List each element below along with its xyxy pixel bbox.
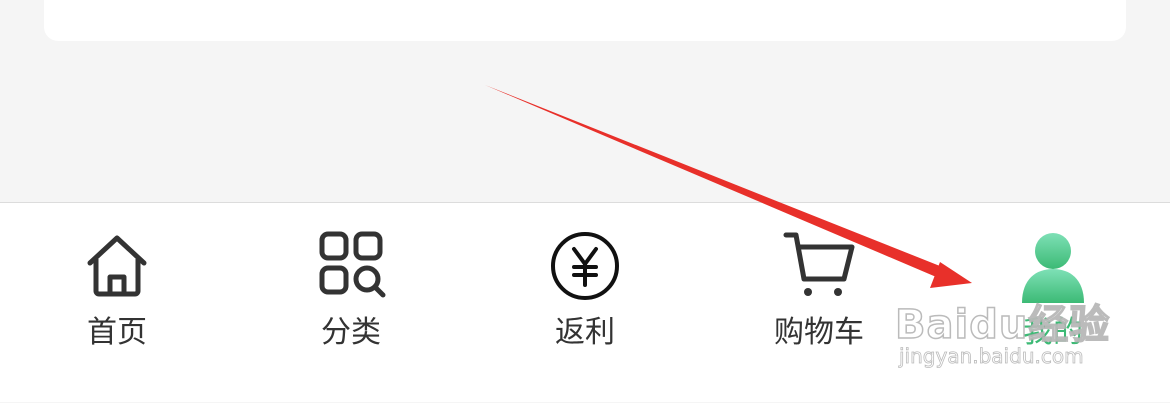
tab-cart-label: 购物车 [774,315,864,350]
tab-home-label: 首页 [87,315,147,350]
tab-category-label: 分类 [321,315,381,350]
cart-icon [782,229,856,303]
content-card [44,0,1126,41]
content-area [0,0,1170,202]
tab-mine-label: 我的 [1023,315,1083,350]
tab-mine[interactable]: 我的 [936,203,1170,403]
user-icon [1016,229,1090,303]
tab-cart[interactable]: 购物车 [702,203,936,403]
tab-rebate[interactable]: 返利 [468,203,702,403]
category-icon [314,229,388,303]
tab-category[interactable]: 分类 [234,203,468,403]
tab-home[interactable]: 首页 [0,203,234,403]
yen-icon [548,229,622,303]
bottom-tab-bar: 首页 分类 返利 购物车 我的 [0,202,1170,402]
tab-rebate-label: 返利 [555,315,615,350]
home-icon [80,229,154,303]
